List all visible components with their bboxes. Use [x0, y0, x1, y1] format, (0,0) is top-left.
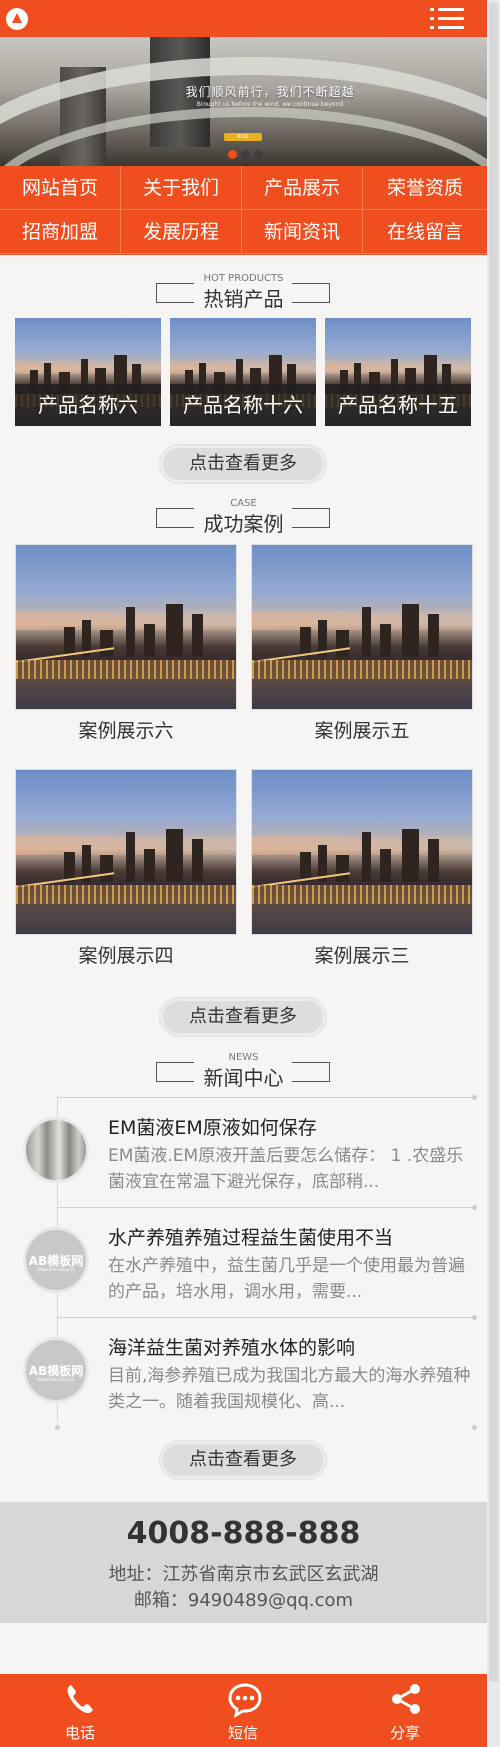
products-section-title: HOT PRODUCTS 热销产品 — [0, 273, 487, 313]
nav-item-history[interactable]: 发展历程 — [121, 210, 242, 254]
news-item[interactable]: AB模板网 Www.AdminBuy.Cn 海洋益生菌对养殖水体的影响 目前,海… — [0, 1315, 487, 1427]
news-thumbnail — [23, 1117, 89, 1183]
case-image — [251, 769, 473, 935]
share-button[interactable]: 分享 — [365, 1674, 445, 1747]
address-text: 地址：江苏省南京市玄武区玄武湖 — [108, 1564, 379, 1585]
case-name: 案例展示四 — [78, 945, 174, 967]
section-title-cn: 成功案例 — [203, 512, 284, 536]
news-divider — [57, 1317, 475, 1318]
top-header — [0, 0, 487, 37]
news-summary: 在水产养殖中，益生菌几乎是一个使用最为普遍的产品，培水用，调水用，需要... — [108, 1256, 465, 1302]
email-text[interactable]: 邮箱：9490489@qq.com — [0, 1586, 487, 1612]
news-divider — [57, 1207, 475, 1208]
share-icon — [392, 1684, 420, 1714]
cases-more-button[interactable]: 点击查看更多 — [160, 998, 326, 1036]
news-summary: EM菌液.EM原液开盖后要怎么储存： 1 .农盛乐菌液宜在常温下避光保存，底部稍… — [108, 1146, 464, 1192]
hotline-number[interactable]: 4008-888-888 — [0, 1516, 487, 1551]
news-section-title: NEWS 新闻中心 — [0, 1052, 487, 1092]
banner-pagination — [228, 144, 267, 163]
message-icon — [228, 1683, 262, 1718]
scrollbar-thumb[interactable] — [489, 2, 498, 1682]
banner-dot[interactable] — [228, 150, 237, 159]
nav-item-franchise[interactable]: 招商加盟 — [0, 210, 121, 254]
divider-dot — [55, 1425, 60, 1430]
case-image — [15, 544, 237, 710]
news-summary: 目前,海参养殖已成为我国北方最大的海水养殖种类之一。随着我国规模化、高... — [108, 1366, 471, 1412]
product-card[interactable]: 产品名称十六 — [170, 318, 316, 426]
nav-item-products[interactable]: 产品展示 — [242, 166, 363, 210]
news-title[interactable]: 水产养殖养殖过程益生菌使用不当 — [108, 1223, 478, 1250]
section-title-cn: 新闻中心 — [203, 1066, 284, 1090]
call-button[interactable]: 电话 — [40, 1674, 120, 1747]
case-name: 案例展示三 — [314, 945, 410, 967]
product-name: 产品名称十六 — [170, 384, 316, 426]
sms-label: 短信 — [227, 1724, 258, 1742]
news-title[interactable]: 海洋益生菌对养殖水体的影响 — [108, 1333, 478, 1360]
product-name: 产品名称十五 — [325, 384, 471, 426]
page-scrollbar[interactable] — [487, 0, 500, 1747]
product-card[interactable]: 产品名称十五 — [325, 318, 471, 426]
divider-dot — [472, 1095, 477, 1100]
nav-item-honors[interactable]: 荣誉资质 — [363, 166, 487, 210]
news-title[interactable]: EM菌液EM原液如何保存 — [108, 1113, 478, 1140]
banner-more-button[interactable]: MORE — [224, 133, 262, 141]
divider-dot — [472, 1205, 477, 1210]
case-card[interactable]: 案例展示五 — [251, 544, 473, 742]
bottom-action-bar: 电话 短信 分享 — [0, 1674, 487, 1747]
case-name: 案例展示六 — [78, 720, 174, 742]
thumb-logo-subtext: Www.AdminBuy.Cn — [37, 1267, 75, 1272]
nav-item-home[interactable]: 网站首页 — [0, 166, 121, 210]
case-image — [15, 769, 237, 935]
page: 我们顺风前行，我们不断超越 Brought us before the wind… — [0, 0, 487, 1747]
thumb-logo-subtext: Www.AdminBuy.Cn — [37, 1377, 75, 1382]
products-more-button[interactable]: 点击查看更多 — [160, 445, 326, 483]
share-label: 分享 — [389, 1724, 420, 1742]
divider-dot — [472, 1315, 477, 1320]
news-end-divider — [0, 1425, 487, 1430]
nav-item-news[interactable]: 新闻资讯 — [242, 210, 363, 254]
main-nav: 网站首页 关于我们 产品展示 荣誉资质 招商加盟 发展历程 新闻资讯 在线留言 — [0, 166, 487, 255]
nav-item-message[interactable]: 在线留言 — [363, 210, 487, 254]
news-item[interactable]: AB模板网 Www.AdminBuy.Cn 水产养殖养殖过程益生菌使用不当 在水… — [0, 1205, 487, 1317]
news-divider — [57, 1097, 475, 1098]
banner-dot[interactable] — [254, 150, 263, 159]
call-label: 电话 — [64, 1724, 95, 1742]
contact-footer: 4008-888-888 地址：江苏省南京市玄武区玄武湖 邮箱：9490489@… — [0, 1502, 487, 1623]
case-card[interactable]: 案例展示六 — [15, 544, 237, 742]
divider-dot — [472, 1425, 477, 1430]
news-thumbnail: AB模板网 Www.AdminBuy.Cn — [23, 1337, 89, 1403]
logo-icon[interactable] — [6, 8, 28, 30]
phone-icon — [67, 1685, 93, 1714]
news-item[interactable]: EM菌液EM原液如何保存 EM菌液.EM原液开盖后要怎么储存： 1 .农盛乐菌液… — [0, 1095, 487, 1207]
product-card[interactable]: 产品名称六 — [15, 318, 161, 426]
case-card[interactable]: 案例展示四 — [15, 769, 237, 967]
nav-item-about[interactable]: 关于我们 — [121, 166, 242, 210]
news-more-button[interactable]: 点击查看更多 — [160, 1441, 326, 1479]
cases-section-title: CASE 成功案例 — [0, 498, 487, 538]
section-title-cn: 热销产品 — [203, 287, 284, 311]
banner-subline: Brought us before the wind, we continue … — [196, 101, 344, 108]
case-name: 案例展示五 — [314, 720, 410, 742]
product-name: 产品名称六 — [15, 384, 161, 426]
news-thumbnail: AB模板网 Www.AdminBuy.Cn — [23, 1227, 89, 1293]
banner-dot[interactable] — [241, 150, 250, 159]
case-card[interactable]: 案例展示三 — [251, 769, 473, 967]
banner-headline: 我们顺风前行，我们不断超越 — [185, 85, 355, 99]
menu-icon[interactable] — [430, 6, 466, 32]
case-image — [251, 544, 473, 710]
sms-button[interactable]: 短信 — [203, 1674, 283, 1747]
hero-banner[interactable]: 我们顺风前行，我们不断超越 Brought us before the wind… — [0, 37, 487, 166]
